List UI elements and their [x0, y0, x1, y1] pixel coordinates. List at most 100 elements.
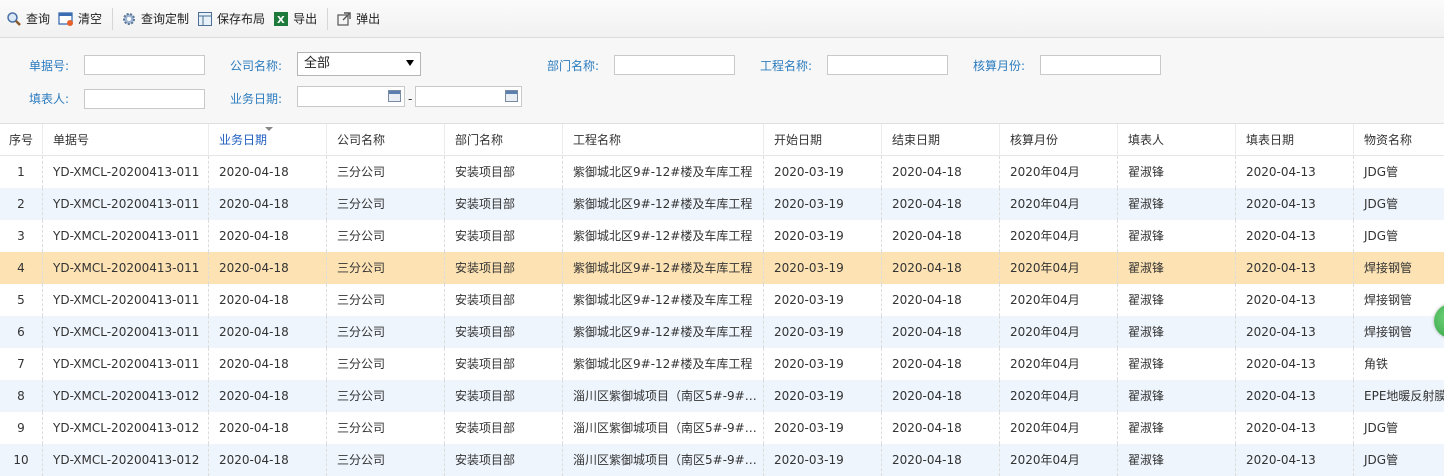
cell-filler: 翟淑锋	[1118, 412, 1236, 444]
cell-end-date: 2020-04-18	[882, 156, 1000, 188]
cell-month: 2020年04月	[1000, 156, 1118, 188]
cell-end-date: 2020-04-18	[882, 444, 1000, 476]
biz-date-start-input[interactable]	[297, 86, 405, 107]
doc-no-label: 单据号:	[29, 59, 70, 73]
biz-date-label: 业务日期:	[230, 92, 283, 106]
cell-filler: 翟淑锋	[1118, 284, 1236, 316]
cell-biz-date: 2020-04-18	[209, 252, 327, 284]
cell-project: 紫御城北区9#-12#楼及车库工程	[563, 220, 764, 252]
column-header-seq[interactable]: 序号	[0, 124, 43, 156]
dept-input[interactable]	[614, 55, 735, 75]
query-label: 查询	[26, 12, 51, 26]
toolbar-divider	[327, 7, 329, 30]
column-header-month[interactable]: 核算月份	[1000, 124, 1118, 156]
table-row[interactable]: 9 YD-XMCL-20200413-012 2020-04-18 三分公司 安装项目部…	[0, 412, 1444, 444]
cell-company: 三分公司	[327, 188, 445, 220]
cell-dept: 安装项目部	[445, 156, 563, 188]
custom-query-button[interactable]: 查询定制	[119, 7, 195, 31]
cell-fill-date: 2020-04-13	[1236, 380, 1354, 412]
cell-seq: 10	[0, 444, 43, 476]
cell-fill-date: 2020-04-13	[1236, 220, 1354, 252]
cell-seq: 5	[0, 284, 43, 316]
cell-end-date: 2020-04-18	[882, 220, 1000, 252]
cell-month: 2020年04月	[1000, 412, 1118, 444]
filler-input[interactable]	[84, 89, 205, 109]
column-header-project[interactable]: 工程名称	[563, 124, 764, 156]
doc-no-input[interactable]	[84, 55, 205, 75]
popup-label: 弹出	[356, 12, 381, 26]
cell-material: EPE地暖反射膜	[1354, 380, 1444, 412]
dept-label: 部门名称:	[547, 59, 600, 73]
cell-month: 2020年04月	[1000, 252, 1118, 284]
column-header-biz-date[interactable]: 业务日期	[209, 124, 327, 156]
data-grid: 序号 单据号 业务日期 公司名称 部门名称 工程名称 开始日期 结束日期 核算月份 填表人 填表日期…	[0, 124, 1444, 476]
cell-seq: 7	[0, 348, 43, 380]
cell-month: 2020年04月	[1000, 348, 1118, 380]
cell-material: 角铁	[1354, 348, 1444, 380]
cell-end-date: 2020-04-18	[882, 284, 1000, 316]
table-row[interactable]: 2 YD-XMCL-20200413-011 2020-04-18 三分公司 安装项目部…	[0, 188, 1444, 220]
query-button[interactable]: 查询	[4, 7, 56, 31]
column-header-company[interactable]: 公司名称	[327, 124, 445, 156]
cell-dept: 安装项目部	[445, 444, 563, 476]
column-header-material[interactable]: 物资名称	[1354, 124, 1444, 156]
cell-seq: 4	[0, 252, 43, 284]
export-button[interactable]: X 导出	[271, 7, 323, 31]
cell-doc-no: YD-XMCL-20200413-011	[43, 348, 209, 380]
cell-fill-date: 2020-04-13	[1236, 252, 1354, 284]
cell-start-date: 2020-03-19	[764, 252, 882, 284]
cell-fill-date: 2020-04-13	[1236, 284, 1354, 316]
cell-doc-no: YD-XMCL-20200413-011	[43, 188, 209, 220]
column-header-fill-date[interactable]: 填表日期	[1236, 124, 1354, 156]
month-label: 核算月份:	[973, 59, 1026, 73]
cell-project: 紫御城北区9#-12#楼及车库工程	[563, 252, 764, 284]
cell-dept: 安装项目部	[445, 380, 563, 412]
save-layout-label: 保存布局	[217, 12, 266, 26]
cell-start-date: 2020-03-19	[764, 444, 882, 476]
cell-month: 2020年04月	[1000, 444, 1118, 476]
table-row[interactable]: 5 YD-XMCL-20200413-011 2020-04-18 三分公司 安装项目部…	[0, 284, 1444, 316]
biz-date-end-input[interactable]	[415, 86, 522, 107]
table-row[interactable]: 1 YD-XMCL-20200413-011 2020-04-18 三分公司 安装项目部…	[0, 156, 1444, 188]
export-label: 导出	[293, 12, 318, 26]
search-icon	[6, 11, 22, 27]
company-select[interactable]: 全部	[297, 52, 421, 76]
month-input[interactable]	[1040, 55, 1161, 75]
cell-start-date: 2020-03-19	[764, 156, 882, 188]
cell-filler: 翟淑锋	[1118, 444, 1236, 476]
table-row[interactable]: 7 YD-XMCL-20200413-011 2020-04-18 三分公司 安装项目部…	[0, 348, 1444, 380]
cell-month: 2020年04月	[1000, 380, 1118, 412]
clear-button[interactable]: 清空	[56, 7, 108, 31]
cell-start-date: 2020-03-19	[764, 188, 882, 220]
cell-material: 焊接钢管	[1354, 284, 1444, 316]
column-header-doc-no[interactable]: 单据号	[43, 124, 209, 156]
sort-indicator-icon	[265, 127, 273, 131]
cell-fill-date: 2020-04-13	[1236, 188, 1354, 220]
table-row[interactable]: 8 YD-XMCL-20200413-012 2020-04-18 三分公司 安装项目部…	[0, 380, 1444, 412]
column-header-start-date[interactable]: 开始日期	[764, 124, 882, 156]
column-header-dept[interactable]: 部门名称	[445, 124, 563, 156]
table-row[interactable]: 6 YD-XMCL-20200413-011 2020-04-18 三分公司 安装项目部…	[0, 316, 1444, 348]
cell-month: 2020年04月	[1000, 220, 1118, 252]
table-row[interactable]: 3 YD-XMCL-20200413-011 2020-04-18 三分公司 安装项目部…	[0, 220, 1444, 252]
calendar-icon[interactable]	[388, 90, 401, 102]
company-label: 公司名称:	[230, 59, 283, 73]
table-row[interactable]: 4 YD-XMCL-20200413-011 2020-04-18 三分公司 安装项目部…	[0, 252, 1444, 284]
cell-end-date: 2020-04-18	[882, 412, 1000, 444]
column-header-end-date[interactable]: 结束日期	[882, 124, 1000, 156]
table-row[interactable]: 10 YD-XMCL-20200413-012 2020-04-18 三分公司 安装项目…	[0, 444, 1444, 476]
project-input[interactable]	[827, 55, 948, 75]
custom-query-label: 查询定制	[141, 12, 190, 26]
popup-button[interactable]: 弹出	[334, 7, 386, 31]
svg-text:X: X	[277, 15, 285, 26]
calendar-icon[interactable]	[505, 90, 518, 102]
cell-month: 2020年04月	[1000, 316, 1118, 348]
cell-end-date: 2020-04-18	[882, 252, 1000, 284]
filter-panel: 单据号: 公司名称: 全部 部门名称: 工程名称: 核算月份: 填表人: 业务日…	[0, 38, 1444, 124]
cell-company: 三分公司	[327, 348, 445, 380]
save-layout-button[interactable]: 保存布局	[195, 7, 271, 31]
cell-filler: 翟淑锋	[1118, 252, 1236, 284]
column-header-filler[interactable]: 填表人	[1118, 124, 1236, 156]
cell-biz-date: 2020-04-18	[209, 284, 327, 316]
toolbar-divider	[112, 7, 114, 30]
